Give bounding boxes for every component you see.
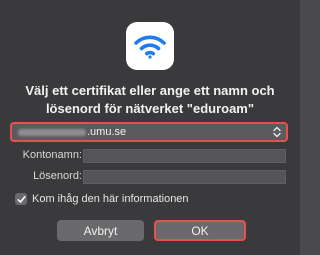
password-label: Lösenord:	[33, 170, 82, 182]
account-name-label: Kontonamn:	[22, 149, 82, 161]
remember-info-row[interactable]: Kom ihåg den här informationen	[15, 193, 189, 205]
cancel-button[interactable]: Avbryt	[57, 220, 144, 241]
remember-info-label: Kom ihåg den här informationen	[32, 193, 189, 205]
certificate-select-value: .umu.se	[18, 126, 272, 138]
remember-info-checkbox[interactable]	[15, 193, 27, 205]
dialog-title-line-2: lösenord för nätverket "eduroam"	[45, 101, 255, 116]
checkmark-icon	[16, 195, 26, 203]
ok-button[interactable]: OK	[154, 220, 246, 241]
wifi-icon	[126, 22, 174, 70]
dialog-title-line-1: Välj ett certifikat eller ange ett namn …	[25, 83, 275, 98]
password-input[interactable]	[83, 170, 286, 184]
redacted-username	[18, 128, 86, 136]
account-name-input[interactable]	[83, 149, 286, 163]
dialog-title: Välj ett certifikat eller ange ett namn …	[12, 82, 288, 118]
certificate-domain: .umu.se	[87, 126, 127, 138]
up-down-chevron-icon	[272, 125, 282, 139]
certificate-select[interactable]: .umu.se	[10, 122, 288, 142]
network-credentials-dialog: Välj ett certifikat eller ange ett namn …	[0, 0, 300, 255]
